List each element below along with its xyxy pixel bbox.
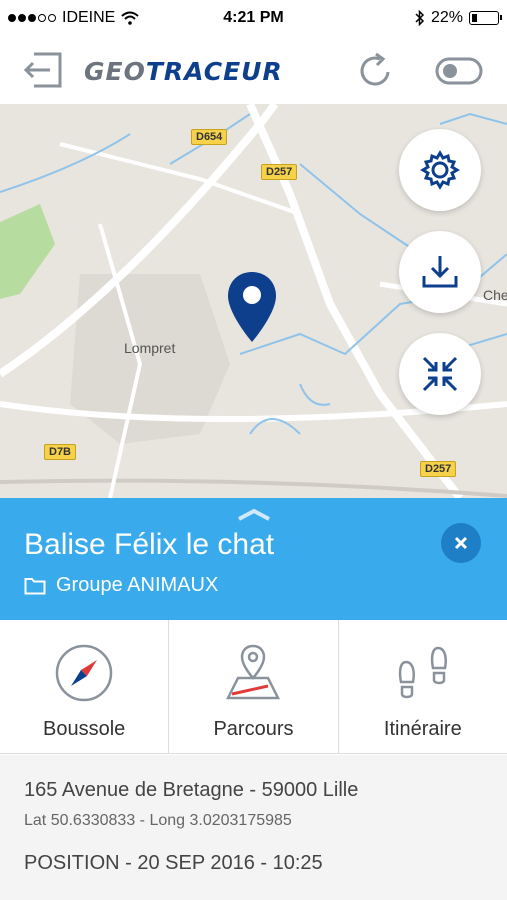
app-logo: GEO TRACEUR [84, 56, 283, 86]
action-label: Boussole [43, 718, 126, 740]
road-label: D7B [44, 444, 77, 460]
action-label: Parcours [213, 718, 294, 740]
action-label: Itinéraire [383, 718, 462, 740]
location-pin-icon[interactable] [226, 270, 278, 344]
download-icon [422, 256, 458, 288]
map-view[interactable]: D654 D257 D257 D7B Lompret Che [0, 104, 507, 498]
chevron-up-icon[interactable] [236, 508, 272, 522]
road-label: D257 [420, 461, 457, 477]
app-bar: GEO TRACEUR [0, 36, 507, 104]
coordinates: Lat 50.6330833 - Long 3.0203175985 [24, 812, 292, 829]
settings-button[interactable] [399, 129, 481, 211]
compass-button[interactable]: Boussole [0, 620, 170, 753]
close-icon [454, 536, 468, 550]
route-button[interactable]: Parcours [169, 620, 339, 753]
battery-icon [469, 11, 502, 25]
battery-percent: 22% [430, 9, 463, 26]
footsteps-icon [398, 646, 447, 699]
collapse-arrows-icon [422, 356, 458, 392]
back-arrow-icon[interactable] [22, 50, 66, 90]
position-timestamp: POSITION - 20 SEP 2016 - 10:25 [24, 852, 323, 874]
group-row: Groupe ANIMAUX [24, 574, 218, 597]
refresh-icon[interactable] [354, 50, 396, 92]
address-section: 165 Avenue de Bretagne - 59000 Lille Lat… [0, 755, 507, 900]
street-address: 165 Avenue de Bretagne - 59000 Lille [24, 779, 359, 801]
status-bar: IDEINE 4:21 PM 22% [0, 0, 507, 36]
beacon-info-panel: Balise Félix le chat Groupe ANIMAUX [0, 498, 507, 620]
itinerary-button[interactable]: Itinéraire [339, 620, 507, 753]
place-label: Lompret [124, 340, 176, 356]
route-map-icon [226, 644, 281, 700]
place-label: Che [483, 287, 507, 303]
compass-icon [55, 644, 113, 702]
road-label: D257 [261, 164, 298, 180]
folder-icon [24, 577, 46, 594]
beacon-title: Balise Félix le chat [24, 528, 275, 561]
download-button[interactable] [399, 231, 481, 313]
close-button[interactable] [441, 523, 481, 563]
toggle-icon[interactable] [435, 56, 483, 86]
group-name: Groupe ANIMAUX [56, 574, 219, 596]
status-right: 22% [415, 0, 502, 36]
gear-icon [420, 150, 460, 190]
bluetooth-icon [415, 10, 425, 26]
collapse-button[interactable] [399, 333, 481, 415]
road-label: D654 [191, 129, 228, 145]
action-bar: Boussole Parcours Itinéraire [0, 620, 507, 754]
